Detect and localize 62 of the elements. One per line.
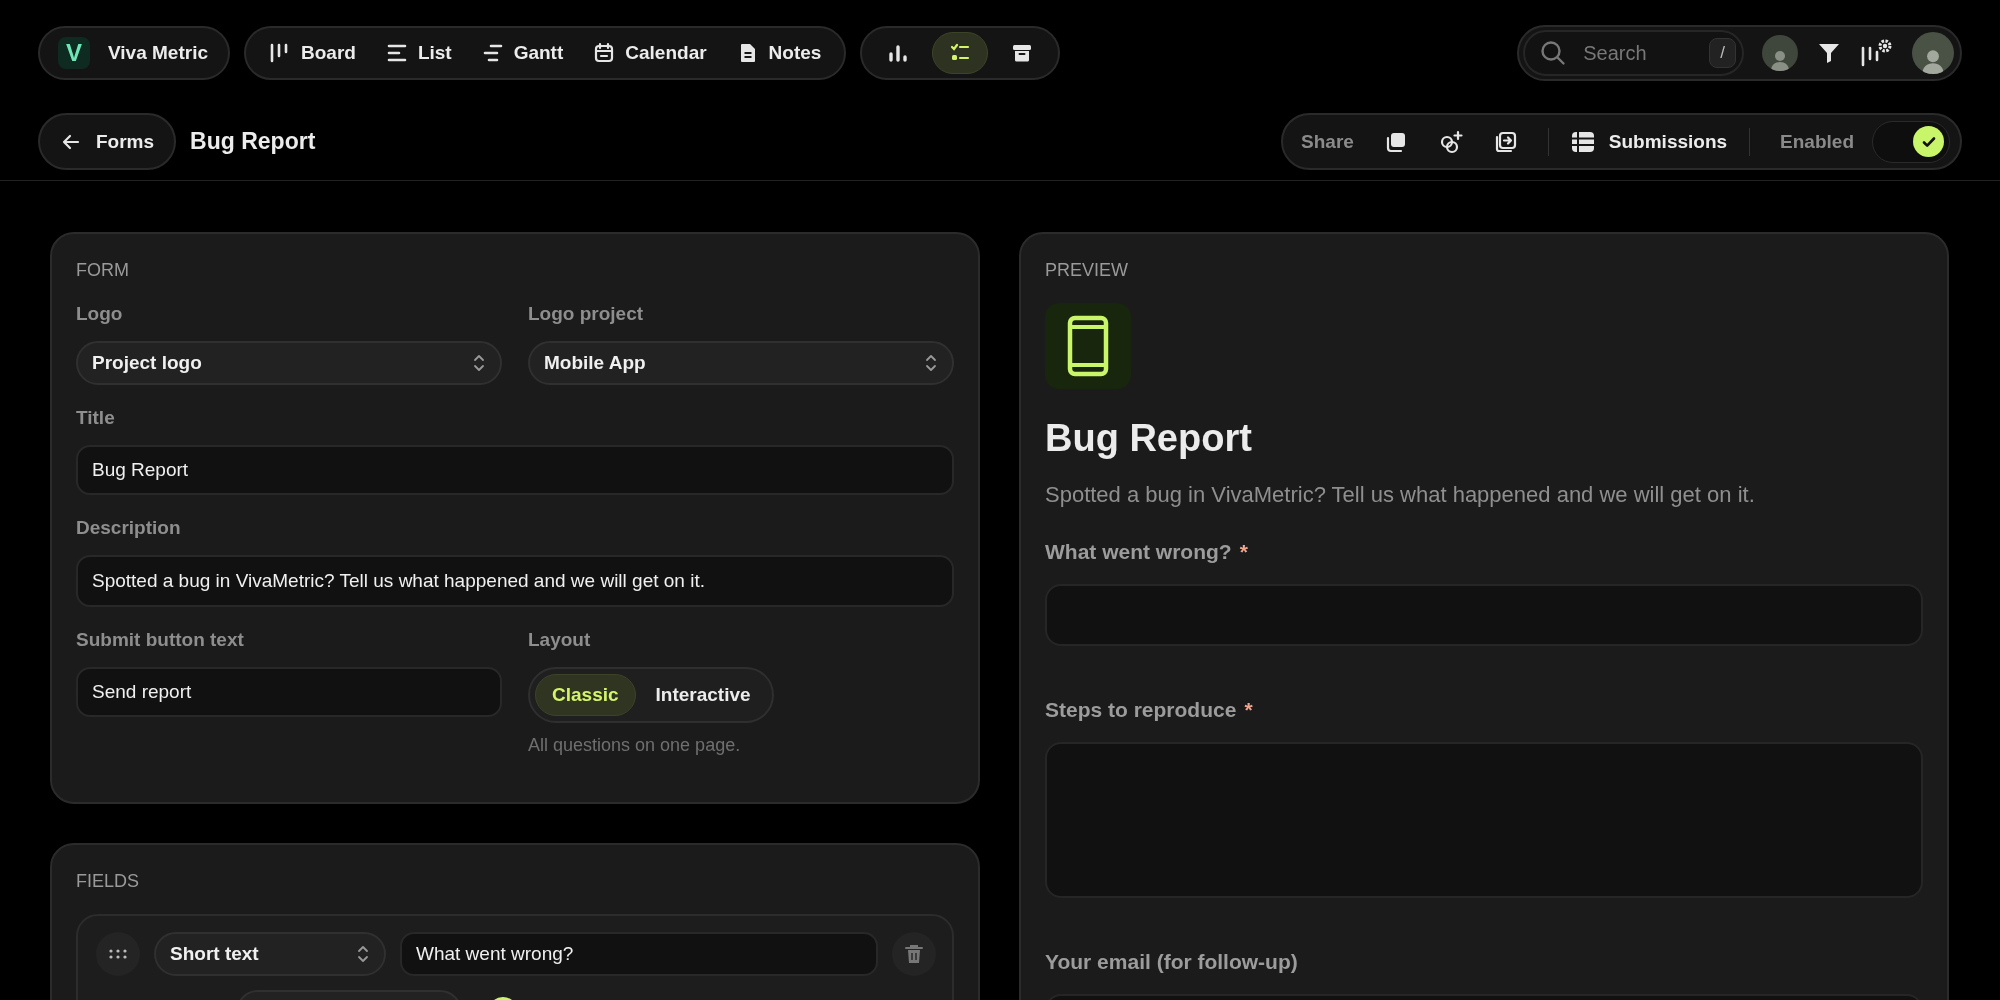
- field-type-select[interactable]: Short text: [154, 932, 386, 976]
- nav-tab[interactable]: Calendar: [580, 34, 720, 72]
- user-avatar[interactable]: [1912, 32, 1954, 74]
- columns-gear-icon[interactable]: [1860, 38, 1894, 68]
- description-input[interactable]: Spotted a bug in VivaMetric? Tell us what happened and we will get on it.: [76, 555, 954, 607]
- panel-heading: PREVIEW: [1045, 260, 1129, 281]
- question-label: Steps to reproduce: [1045, 698, 1237, 722]
- nav-tab[interactable]: Gantt: [468, 34, 577, 72]
- required-mark: *: [1244, 698, 1253, 722]
- share-label: Share: [1301, 130, 1354, 153]
- archive-box-icon: [1011, 42, 1034, 64]
- shortcut-key: /: [1709, 38, 1736, 68]
- project-select[interactable]: Mobile App: [528, 341, 954, 385]
- field-label: Title: [76, 407, 116, 429]
- required-mark: *: [1239, 540, 1248, 564]
- search-icon: [1539, 39, 1568, 67]
- field-label: Description: [76, 517, 182, 539]
- view-toggle[interactable]: [932, 32, 989, 74]
- calendar-icon: [593, 42, 616, 64]
- bar-chart-icon: [887, 42, 910, 64]
- nav-tab[interactable]: List: [372, 34, 465, 72]
- table-icon: [1570, 130, 1595, 153]
- layout-option[interactable]: Classic: [535, 674, 636, 716]
- form-title: Bug Report: [1045, 417, 1253, 460]
- drag-handle[interactable]: [96, 932, 140, 976]
- question-label: Your email (for follow-up): [1045, 950, 1298, 974]
- export-icon[interactable]: [1493, 129, 1518, 154]
- workspace-switcher[interactable]: V Viva Metric: [38, 26, 230, 80]
- search-field[interactable]: Search /: [1523, 30, 1744, 76]
- nav-tab[interactable]: Notes: [723, 34, 835, 72]
- chevron-updown-icon: [356, 943, 370, 965]
- nav-tab[interactable]: Board: [256, 34, 369, 72]
- chevron-updown-icon: [924, 352, 938, 374]
- field-label: Logo: [76, 303, 124, 325]
- workspace-initial: V: [58, 37, 90, 69]
- form-description: Spotted a bug in VivaMetric? Tell us what happened and we will get on it.: [1045, 482, 1756, 508]
- layout-hint: All questions on one page.: [528, 735, 742, 756]
- submissions-button[interactable]: Submissions: [1564, 129, 1734, 154]
- back-button[interactable]: Forms: [38, 113, 177, 170]
- gantt-bars-icon: [481, 42, 504, 64]
- user-avatar[interactable]: [1762, 35, 1798, 71]
- search-input[interactable]: Search: [1581, 40, 1696, 66]
- field-label: Logo project: [528, 303, 645, 325]
- page-title: Bug Report: [190, 128, 316, 155]
- question-label: What went wrong?: [1045, 540, 1232, 564]
- workspace-name: Viva Metric: [108, 42, 208, 64]
- chevron-updown-icon: [472, 352, 486, 374]
- list-lines-icon: [385, 42, 408, 64]
- field-label: Submit button text: [76, 629, 245, 651]
- delete-button[interactable]: [892, 932, 936, 976]
- panel-heading: FORM: [76, 260, 130, 281]
- enabled-switch[interactable]: [1872, 120, 1950, 163]
- phone-icon: [1045, 303, 1131, 389]
- field-label: Layout: [528, 629, 592, 651]
- submit-text-input[interactable]: Send report: [76, 667, 502, 717]
- question-input[interactable]: What went wrong?: [400, 932, 878, 976]
- panel-heading: FIELDS: [76, 871, 141, 892]
- title-input[interactable]: Bug Report: [76, 445, 954, 495]
- layout-option[interactable]: Interactive: [639, 674, 767, 716]
- trash-icon: [904, 943, 924, 965]
- logo-select[interactable]: Project logo: [76, 341, 502, 385]
- enabled-label: Enabled: [1780, 130, 1854, 153]
